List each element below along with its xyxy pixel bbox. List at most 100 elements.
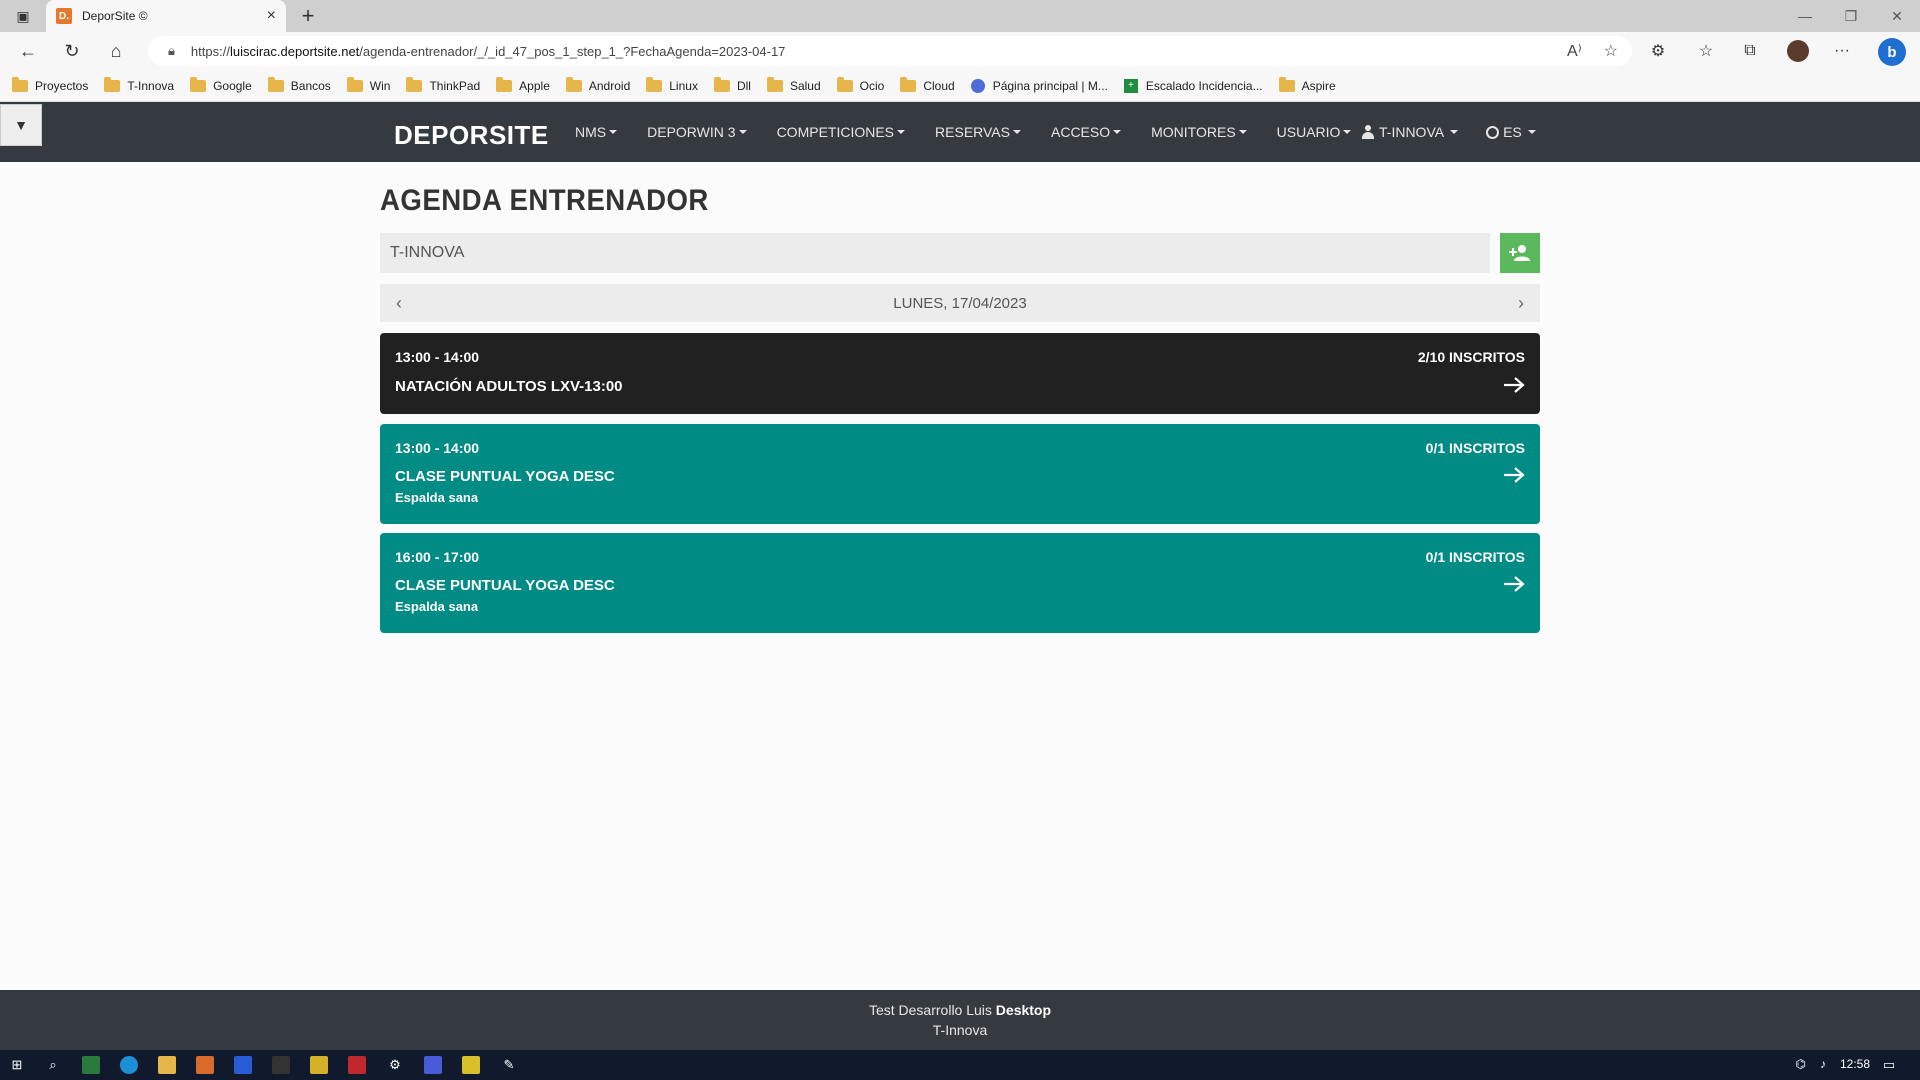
menu-monitores[interactable]: MONITORES [1151, 124, 1247, 140]
arrow-right-icon[interactable] [1503, 467, 1525, 488]
restore-icon[interactable]: ❐ [1828, 0, 1874, 32]
session-enrolled: 0/1 INSCRITOS [1425, 549, 1525, 565]
folder-icon [1278, 76, 1295, 92]
bookmark-ocio[interactable]: Ocio [836, 76, 884, 93]
back-icon[interactable]: ← [15, 40, 41, 62]
read-aloud-icon[interactable]: A⁾ [1567, 41, 1582, 61]
language-dropdown[interactable]: ES [1486, 124, 1536, 140]
bookmark-dll[interactable]: Dll [713, 76, 751, 93]
menu-deporwin3[interactable]: DEPORWIN 3 [647, 124, 747, 140]
session-card[interactable]: 13:00 - 14:00 0/1 INSCRITOS CLASE PUNTUA… [380, 424, 1540, 524]
caret-down-icon [738, 130, 747, 134]
search-icon[interactable]: ⌕ [44, 1056, 62, 1074]
folder-icon [12, 76, 28, 92]
menu-acceso[interactable]: ACCESO [1051, 124, 1122, 140]
bookmark-android[interactable]: Android [565, 76, 630, 93]
app-icon[interactable]: ✎ [500, 1056, 518, 1074]
profile-avatar[interactable] [1787, 40, 1809, 62]
bookmark-bancos[interactable]: Bancos [267, 76, 331, 93]
new-tab-icon[interactable]: + [296, 4, 320, 28]
bookmark-salud[interactable]: Salud [766, 76, 821, 93]
session-card[interactable]: 13:00 - 14:00 2/10 INSCRITOS NATACIÓN AD… [380, 333, 1540, 414]
bookmark-win[interactable]: Win [346, 76, 390, 93]
sidebar-toggle-chevron-down-icon[interactable]: ▼ [0, 104, 42, 146]
add-favorite-icon[interactable]: ☆ [1604, 41, 1618, 61]
caret-down-icon [1238, 130, 1247, 134]
menu-usuario[interactable]: USUARIO [1277, 124, 1352, 140]
next-day-chevron-right-icon[interactable]: › [1518, 293, 1524, 314]
bookmark-google[interactable]: Google [190, 76, 252, 93]
folder-icon [836, 76, 853, 92]
menu-competiciones[interactable]: COMPETICIONES [777, 124, 906, 140]
site-footer: Test Desarrollo Luis Desktop T-Innova [0, 990, 1920, 1050]
arrow-right-icon[interactable] [1503, 377, 1525, 398]
app-icon[interactable] [348, 1056, 366, 1074]
lock-icon[interactable]: 🔒︎ [168, 43, 175, 59]
browser-tab-deporsite[interactable]: D. DeporSite © × [46, 0, 286, 32]
footer-line-2: T-Innova [932, 1022, 988, 1038]
session-card[interactable]: 16:00 - 17:00 0/1 INSCRITOS CLASE PUNTUA… [380, 533, 1540, 633]
bookmark-cloud[interactable]: Cloud [900, 76, 955, 93]
trainer-field[interactable] [380, 233, 1490, 273]
minimize-icon[interactable]: — [1782, 0, 1828, 32]
bookmark-escalado[interactable]: + Escalado Incidencia... [1123, 78, 1263, 93]
page-title: AGENDA ENTRENADOR [380, 184, 709, 217]
brand-logo[interactable]: DEPORSITE [394, 120, 549, 151]
prev-day-chevron-left-icon[interactable]: ‹ [396, 293, 402, 314]
session-enrolled: 0/1 INSCRITOS [1425, 440, 1525, 456]
date-navigator: ‹ LUNES, 17/04/2023 › [380, 284, 1540, 322]
app-icon[interactable] [82, 1056, 100, 1074]
more-icon[interactable]: ··· [1830, 40, 1854, 62]
user-dropdown[interactable]: T-INNOVA [1361, 124, 1459, 140]
app-icon[interactable] [272, 1056, 290, 1074]
close-window-icon[interactable]: ✕ [1874, 0, 1920, 32]
home-icon[interactable]: ⌂ [103, 40, 129, 62]
file-explorer-icon[interactable] [158, 1056, 176, 1074]
edge-icon[interactable] [120, 1056, 138, 1074]
clock[interactable]: 12:58 [1840, 1057, 1870, 1071]
favorites-icon[interactable]: ☆ [1694, 40, 1718, 62]
folder-icon [406, 76, 423, 92]
session-time: 16:00 - 17:00 [395, 549, 480, 565]
arrow-right-icon[interactable] [1503, 576, 1525, 597]
app-icon[interactable] [310, 1056, 328, 1074]
caret-down-icon [1343, 130, 1352, 134]
caret-down-icon [1113, 130, 1122, 134]
url-field[interactable]: 🔒︎ https://luiscirac.deportsite.net/agen… [148, 36, 1632, 66]
bing-icon[interactable]: b [1878, 38, 1906, 66]
bookmark-linux[interactable]: Linux [646, 76, 698, 93]
refresh-icon[interactable]: ↻ [59, 40, 85, 62]
app-icon[interactable] [424, 1056, 442, 1074]
globe-icon [1486, 125, 1500, 139]
bookmark-t-innova[interactable]: T-Innova [104, 76, 174, 93]
folder-icon [646, 76, 663, 92]
bookmark-aspire[interactable]: Aspire [1278, 76, 1336, 93]
settings-icon[interactable]: ⚙ [386, 1056, 404, 1074]
app-icon[interactable] [196, 1056, 214, 1074]
menu-nms[interactable]: NMS [575, 124, 618, 140]
notifications-icon[interactable]: ▭ [1880, 1056, 1898, 1074]
current-date: LUNES, 17/04/2023 [893, 294, 1027, 312]
close-tab-icon[interactable]: × [267, 7, 276, 25]
notes-icon[interactable] [462, 1056, 480, 1074]
bookmark-thinkpad[interactable]: ThinkPad [406, 76, 480, 93]
windows-taskbar: ⊞ ⌕ ⚙ ✎ ⌬ ♪ 12:58 ▭ [0, 1050, 1920, 1080]
tab-actions-icon[interactable]: ▣ [10, 6, 36, 26]
caret-down-icon [1450, 130, 1459, 134]
folder-icon [267, 76, 284, 92]
session-name: CLASE PUNTUAL YOGA DESC [395, 468, 615, 485]
bookmark-apple[interactable]: Apple [496, 76, 550, 93]
session-subtitle: Espalda sana [395, 490, 479, 505]
collections-icon[interactable]: ⧉ [1738, 40, 1762, 62]
menu-reservas[interactable]: RESERVAS [935, 124, 1021, 140]
add-user-button[interactable] [1500, 233, 1540, 273]
bookmark-pagina-principal[interactable]: Página principal | M... [970, 78, 1108, 93]
bookmark-proyectos[interactable]: Proyectos [12, 76, 88, 93]
windows-start-icon[interactable]: ⊞ [8, 1056, 26, 1074]
session-time: 13:00 - 14:00 [395, 440, 480, 456]
network-icon[interactable]: ⌬ [1795, 1057, 1805, 1071]
app-icon[interactable] [234, 1056, 252, 1074]
user-menu: T-INNOVA ES [1361, 124, 1564, 140]
extensions-icon[interactable]: ⚙ [1646, 40, 1670, 62]
volume-icon[interactable]: ♪ [1820, 1057, 1826, 1071]
